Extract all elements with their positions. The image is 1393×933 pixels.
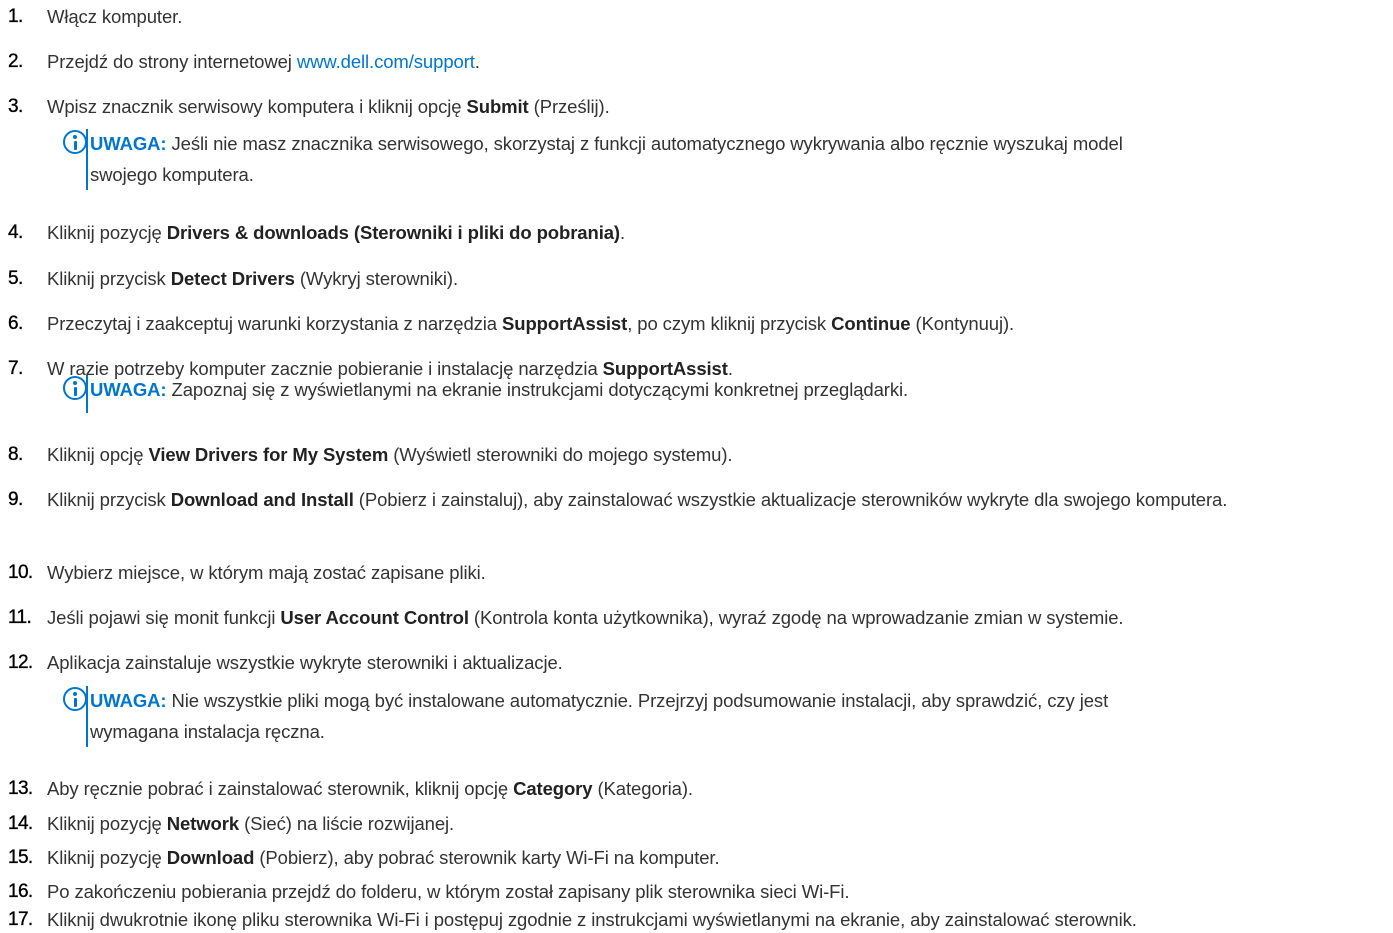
step-number: 11. bbox=[8, 607, 32, 628]
step-number: 4. bbox=[8, 222, 24, 243]
note-callout: UWAGA: Nie wszystkie pliki mogą być inst… bbox=[63, 685, 1380, 747]
step-text: Aplikacja zainstaluje wszystkie wykryte … bbox=[47, 652, 563, 673]
instruction-document: 1. Włącz komputer. 2. Przejdź do strony … bbox=[0, 0, 1393, 930]
note-text: UWAGA: Zapoznaj się z wyświetlanymi na e… bbox=[90, 379, 909, 400]
step-number: 5. bbox=[8, 268, 24, 289]
note-text: UWAGA: Nie wszystkie pliki mogą być inst… bbox=[90, 690, 1109, 742]
step-text: Po zakończeniu pobierania przejdź do fol… bbox=[47, 881, 850, 902]
step-text: Jeśli pojawi się monit funkcji User Acco… bbox=[47, 607, 1124, 628]
step-text: Kliknij przycisk Detect Drivers (Wykryj … bbox=[47, 268, 458, 289]
step-text: Włącz komputer. bbox=[47, 6, 183, 27]
step-text: Kliknij pozycję Network (Sieć) na liście… bbox=[47, 813, 455, 834]
note-callout: UWAGA: Jeśli nie masz znacznika serwisow… bbox=[63, 128, 1380, 190]
step-number: 2. bbox=[8, 51, 24, 72]
step-text: Wybierz miejsce, w którym mają zostać za… bbox=[47, 562, 486, 583]
step-number: 1. bbox=[8, 6, 24, 27]
step-text: Kliknij przycisk Download and Install (P… bbox=[47, 489, 1228, 510]
note-divider bbox=[86, 129, 88, 190]
step-number: 16. bbox=[8, 881, 34, 902]
step-text: Kliknij pozycję Drivers & downloads (Ste… bbox=[47, 222, 626, 243]
step-number: 8. bbox=[8, 444, 24, 465]
step-text: Kliknij opcję View Drivers for My System… bbox=[47, 444, 733, 465]
step-number: 7. bbox=[8, 358, 24, 379]
note-text: UWAGA: Jeśli nie masz znacznika serwisow… bbox=[90, 133, 1123, 185]
step-number: 14. bbox=[8, 813, 34, 834]
step-number: 9. bbox=[8, 489, 24, 510]
dell-support-link[interactable]: www.dell.com/support bbox=[297, 51, 475, 72]
step-text: Wpisz znacznik serwisowy komputera i kli… bbox=[47, 96, 610, 117]
info-icon bbox=[63, 376, 87, 400]
step-text: Przejdź do strony internetowej www.dell.… bbox=[47, 51, 480, 72]
note-divider bbox=[86, 375, 88, 413]
step-number: 6. bbox=[8, 313, 24, 334]
step-text: Przeczytaj i zaakceptuj warunki korzysta… bbox=[47, 313, 1015, 334]
step-number: 12. bbox=[8, 652, 34, 673]
note-callout: UWAGA: Zapoznaj się z wyświetlanymi na e… bbox=[63, 374, 1380, 413]
step-number: 3. bbox=[8, 96, 24, 117]
info-icon bbox=[63, 130, 87, 154]
step-number: 10. bbox=[8, 562, 34, 583]
step-text: Aby ręcznie pobrać i zainstalować sterow… bbox=[47, 778, 693, 799]
step-text: Kliknij pozycję Download (Pobierz), aby … bbox=[47, 847, 720, 868]
step-number: 13. bbox=[8, 778, 34, 799]
note-divider bbox=[86, 686, 88, 747]
info-icon bbox=[63, 687, 87, 711]
step-number: 15. bbox=[8, 847, 34, 868]
